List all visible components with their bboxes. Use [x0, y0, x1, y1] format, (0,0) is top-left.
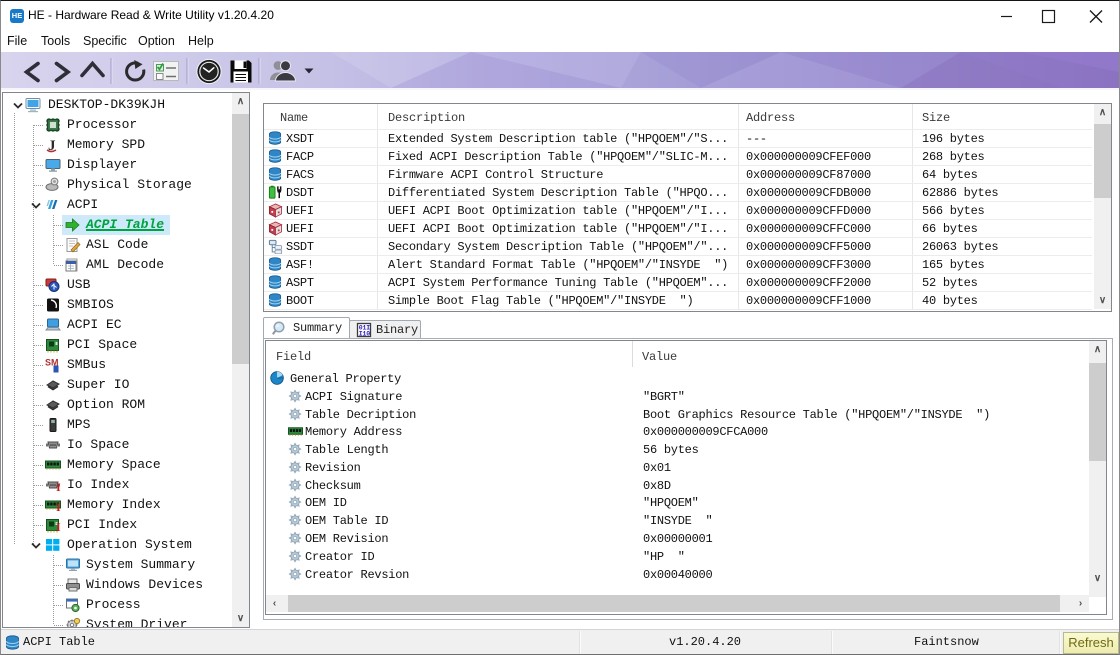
svg-text:I10: I10 — [359, 331, 370, 338]
